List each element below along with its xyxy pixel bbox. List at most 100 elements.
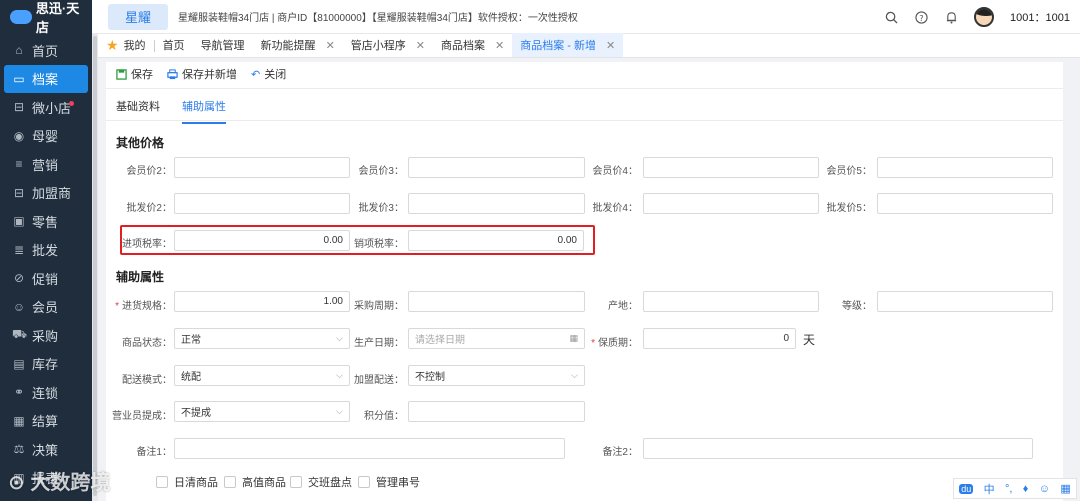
note-1-field[interactable]: [174, 438, 565, 459]
close-icon[interactable]: ✕: [416, 39, 425, 52]
bell-icon[interactable]: [944, 10, 958, 24]
sidebar-item-label: 连锁: [32, 385, 59, 401]
ime-person-icon[interactable]: ♦: [1023, 483, 1029, 495]
ime-punct-icon[interactable]: °,: [1005, 483, 1012, 495]
sidebar-item-6[interactable]: ⊟ 加盟商: [0, 179, 92, 208]
tab-label: 管店小程序: [350, 40, 406, 52]
grade-label: 等级：: [842, 301, 872, 312]
sidebar-item-12[interactable]: ▤ 库存: [0, 350, 92, 379]
sidebar-item-15[interactable]: ⚖ 决策: [0, 435, 92, 464]
decision-icon: ⚖: [13, 442, 25, 457]
sidebar-item-4[interactable]: ◉ 母婴: [0, 122, 92, 151]
tab-5[interactable]: 管店小程序 ✕: [343, 33, 433, 57]
sidebar-item-5[interactable]: ≡ 营销: [0, 150, 92, 179]
checkbox-3[interactable]: 交班盘点: [290, 474, 352, 490]
shelf-life-field[interactable]: 0: [643, 328, 796, 349]
avatar[interactable]: [974, 7, 995, 27]
wholesale-price-2-field[interactable]: [174, 193, 350, 214]
member-price-4-label: 会员价4：: [592, 166, 638, 177]
note-2-label: 备注2：: [602, 447, 638, 458]
production-date-picker[interactable]: 请选择日期 ▦: [408, 328, 585, 349]
production-date-label: 生产日期：: [354, 338, 404, 349]
sales-commission-select[interactable]: 不提成 ⌵: [174, 401, 350, 422]
sidebar-item-14[interactable]: ▦ 结算: [0, 407, 92, 436]
wholesale-price-3-field[interactable]: [408, 193, 585, 214]
delivery-mode-label: 配送模式：: [122, 375, 172, 386]
points-field[interactable]: [408, 401, 585, 422]
tab-4[interactable]: 新功能提醒 ✕: [253, 33, 343, 57]
ime-logo-icon[interactable]: du: [959, 483, 974, 494]
member-price-4-field[interactable]: [643, 157, 819, 178]
app-logo[interactable]: 思迅·天店: [0, 0, 92, 35]
save-button[interactable]: 保存: [116, 66, 153, 82]
member-price-3-field[interactable]: [408, 157, 585, 178]
ime-face-icon[interactable]: ☺: [1039, 483, 1050, 495]
store-button[interactable]: 星耀: [108, 3, 168, 30]
chain-icon: ⚭: [13, 385, 25, 400]
search-icon[interactable]: [884, 10, 898, 24]
close-icon[interactable]: ✕: [326, 39, 335, 52]
tab-6[interactable]: 商品档案 ✕: [433, 33, 512, 57]
sidebar-item-8[interactable]: ≣ 批发: [0, 236, 92, 265]
sidebar-item-7[interactable]: ▣ 零售: [0, 207, 92, 236]
sidebar-item-label: 批发: [32, 243, 59, 259]
product-status-select[interactable]: 正常 ⌵: [174, 328, 350, 349]
checkbox-1[interactable]: 日清商品: [156, 474, 218, 490]
cloud-logo-icon: [10, 10, 32, 24]
wholesale-price-3-label: 批发价3：: [358, 203, 404, 214]
help-icon[interactable]: ?: [914, 10, 928, 24]
close-icon[interactable]: ✕: [606, 39, 615, 52]
tab-3[interactable]: 导航管理: [193, 33, 253, 57]
store-info: 星耀服装鞋帽34门店 | 商户ID【81000000】【星耀服装鞋帽34门店】软…: [178, 13, 578, 24]
member-price-2-field[interactable]: [174, 157, 350, 178]
delivery-mode-select[interactable]: 统配 ⌵: [174, 365, 350, 386]
checkbox-box[interactable]: [358, 476, 370, 488]
sidebar-item-label: 促销: [32, 271, 59, 287]
tab-label: 新功能提醒: [260, 40, 316, 52]
sidebar-item-2[interactable]: ▭ 档案: [4, 64, 88, 93]
purchase-cycle-field[interactable]: [408, 291, 585, 312]
member-price-5-field[interactable]: [877, 157, 1053, 178]
close-icon[interactable]: ✕: [495, 39, 504, 52]
grade-field[interactable]: [877, 291, 1053, 312]
tab-2[interactable]: 首页: [155, 33, 193, 57]
wholesale-price-4-field[interactable]: [643, 193, 819, 214]
franchise-delivery-select[interactable]: 不控制 ⌵: [408, 365, 585, 386]
checkbox-2[interactable]: 高值商品: [224, 474, 286, 490]
tab-1[interactable]: ★ 我的: [98, 33, 154, 57]
wholesale-price-5-field[interactable]: [877, 193, 1053, 214]
output-tax-field[interactable]: 0.00: [408, 230, 584, 251]
sidebar-item-label: 营销: [32, 157, 59, 173]
ime-grid-icon[interactable]: ▦: [1060, 482, 1070, 495]
member-price-2-label: 会员价2：: [126, 166, 172, 177]
tab-7[interactable]: 商品档案 - 新增 ✕: [512, 33, 624, 57]
origin-field[interactable]: [643, 291, 819, 312]
checkbox-4[interactable]: 管理串号: [358, 474, 420, 490]
sidebar-item-9[interactable]: ⊘ 促销: [0, 264, 92, 293]
notification-dot: [69, 101, 74, 106]
sidebar-item-label: 母婴: [32, 129, 59, 145]
sidebar-item-1[interactable]: ⌂ 首页: [0, 36, 92, 65]
checkbox-label: 管理串号: [376, 477, 420, 489]
save-and-new-button[interactable]: 保存并新增: [167, 66, 237, 82]
sidebar-item-13[interactable]: ⚭ 连锁: [0, 378, 92, 407]
output-tax-label: 销项税率：: [354, 239, 404, 250]
sidebar-scrollbar[interactable]: [92, 34, 98, 501]
sidebar-item-label: 采购: [32, 328, 59, 344]
user-name[interactable]: 1001：1001: [1010, 9, 1070, 25]
ime-chinese-toggle[interactable]: 中: [984, 481, 995, 497]
purchase-spec-field[interactable]: 1.00: [174, 291, 350, 312]
wholesale-price-2-label: 批发价2：: [126, 203, 172, 214]
sidebar-item-label: 会员: [32, 300, 59, 316]
checkbox-box[interactable]: [290, 476, 302, 488]
checkbox-box[interactable]: [224, 476, 236, 488]
checkbox-box[interactable]: [156, 476, 168, 488]
sidebar-item-11[interactable]: ⛟ 采购: [0, 321, 92, 350]
save-icon: [116, 68, 127, 80]
note-2-field[interactable]: [643, 438, 1033, 459]
shop-icon: ⊟: [13, 100, 25, 115]
sidebar-item-3[interactable]: ⊟ 微小店: [0, 93, 92, 122]
sidebar-item-10[interactable]: ☺ 会员: [0, 293, 92, 322]
input-tax-field[interactable]: 0.00: [174, 230, 350, 251]
close-button[interactable]: ↶ 关闭: [251, 66, 286, 82]
